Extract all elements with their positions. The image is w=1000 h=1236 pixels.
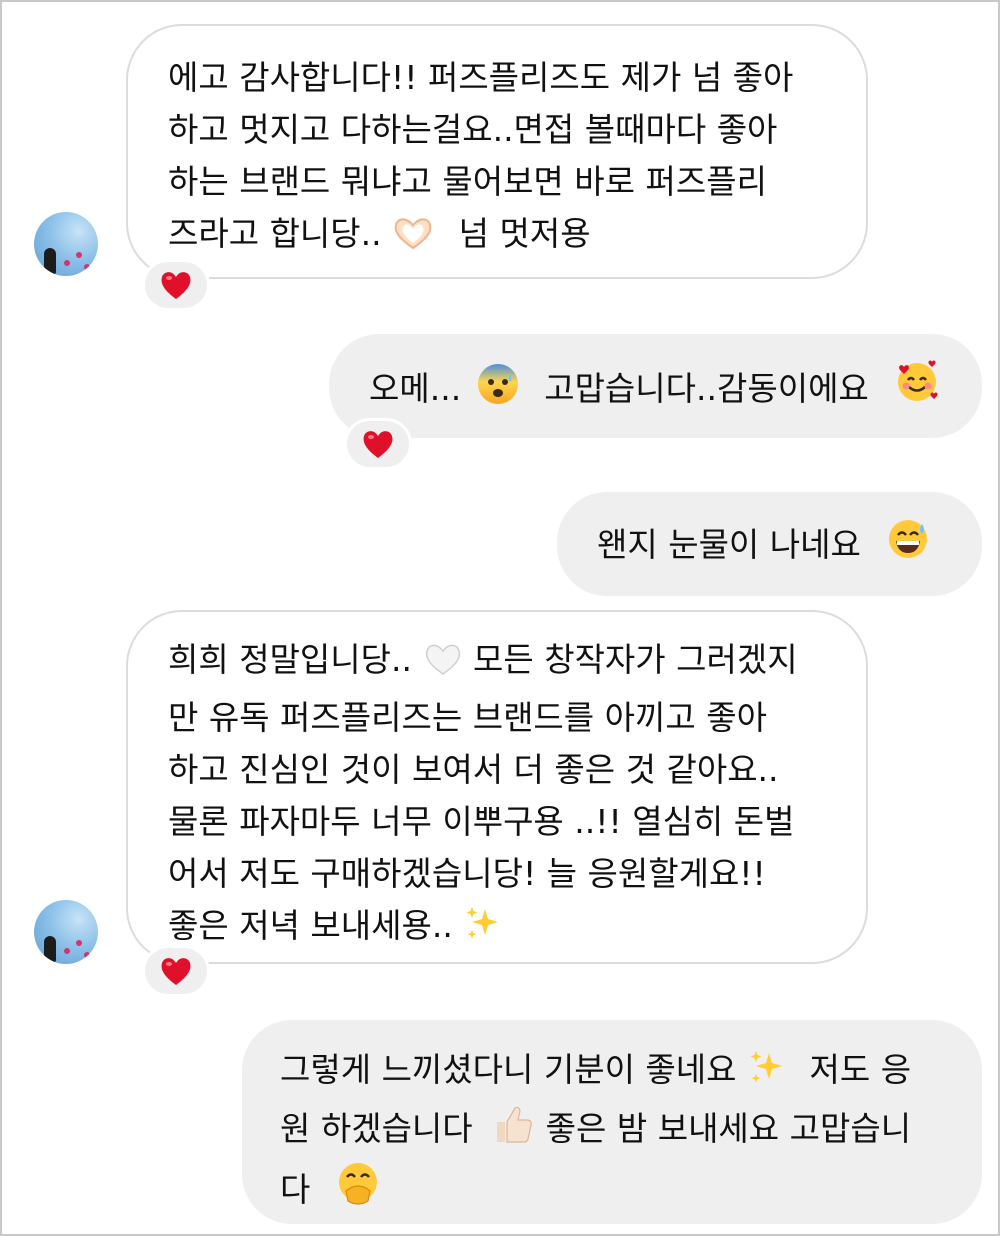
message-bubble-outgoing[interactable]: 그렇게 느끼셨다니 기분이 좋네요 저도 응 원 하겠습니다 좋은 밤 보내세요…	[242, 1020, 982, 1224]
sender-avatar[interactable]	[34, 900, 98, 964]
sparkles-emoji	[463, 903, 503, 958]
heart-icon	[161, 958, 191, 985]
message-text: 넘 멋저용	[458, 214, 591, 253]
message-text: 고맙습니다..감동이에요	[544, 369, 869, 408]
heart-icon	[363, 431, 393, 458]
reaction-heart[interactable]	[142, 259, 210, 311]
message-text: 다	[280, 1170, 311, 1209]
message-bubble-incoming[interactable]: 희희 정말입니당.. 모든 창작자가 그러겠지 만 유독 퍼즈플리즈는 브랜드를…	[126, 610, 868, 964]
message-line: 하는 브랜드 뭐냐고 물어보면 바로 퍼즈플리	[168, 162, 767, 201]
message-bubble-incoming[interactable]: 에고 감사합니다!! 퍼즈플리즈도 제가 넘 좋아 하고 멋지고 다하는걸요..…	[126, 24, 868, 279]
message-line: 어서 저도 구매하겠습니당! 늘 응원할게요!!	[168, 854, 766, 893]
message-text: 왠지 눈물이 나네요	[597, 525, 861, 564]
face-with-hand-over-mouth-emoji	[335, 1161, 381, 1222]
heart-icon	[161, 272, 191, 299]
message-bubble-outgoing[interactable]: 왠지 눈물이 나네요	[557, 492, 982, 596]
message-text: 모든 창작자가 그러겠지	[473, 640, 798, 679]
reaction-heart[interactable]	[344, 418, 412, 470]
reaction-heart[interactable]	[142, 945, 210, 997]
thumbs-up-emoji	[491, 1102, 535, 1161]
message-text: 즈라고 합니당..	[168, 214, 382, 253]
message-text: 희희 정말입니당..	[168, 640, 412, 679]
smiling-face-with-hearts-emoji	[893, 358, 941, 421]
sender-avatar[interactable]	[34, 212, 98, 276]
message-line: 하고 진심인 것이 보여서 더 좋은 것 같아요..	[168, 750, 779, 789]
message-line: 만 유독 퍼즈플리즈는 브랜드를 아끼고 좋아	[168, 698, 767, 737]
anxious-face-emoji	[476, 362, 520, 421]
message-text: 오메...	[369, 369, 462, 408]
message-text: 좋은 밤 보내세요 고맙습니	[545, 1109, 912, 1148]
grinning-face-with-sweat-emoji	[885, 516, 931, 577]
message-bubble-outgoing[interactable]: 오메... 고맙습니다..감동이에요	[329, 334, 982, 438]
heart-hands-emoji	[392, 214, 434, 266]
chat-frame: 에고 감사합니다!! 퍼즈플리즈도 제가 넘 좋아 하고 멋지고 다하는걸요..…	[0, 0, 1000, 1236]
message-text: 그렇게 느끼셨다니 기분이 좋네요	[280, 1050, 737, 1089]
white-heart-emoji	[423, 640, 463, 692]
message-text: 좋은 저녁 보내세용..	[168, 906, 453, 945]
message-text: 원 하겠습니다	[280, 1109, 473, 1148]
sparkles-emoji	[747, 1047, 787, 1102]
message-line: 에고 감사합니다!! 퍼즈플리즈도 제가 넘 좋아	[168, 58, 794, 97]
message-line: 물론 파자마두 너무 이뿌구용 ..!! 열심히 돈벌	[168, 802, 795, 841]
message-text: 저도 응	[809, 1050, 912, 1089]
message-line: 하고 멋지고 다하는걸요..면접 볼때마다 좋아	[168, 110, 778, 149]
